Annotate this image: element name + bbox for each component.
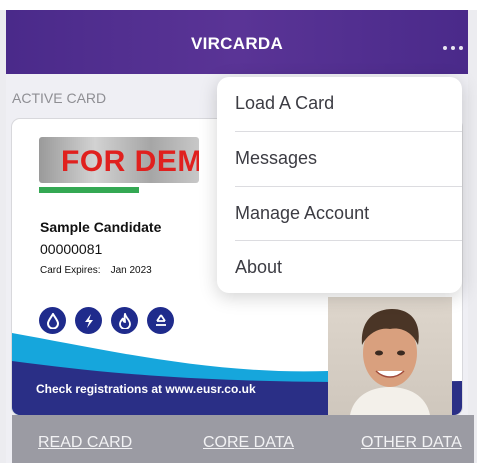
menu-item-load-card[interactable]: Load A Card bbox=[217, 77, 462, 131]
card-expiry: Card Expires: Jan 2023 bbox=[40, 265, 152, 276]
card-expiry-value: Jan 2023 bbox=[110, 265, 152, 276]
app-title: VIRCARDA bbox=[190, 34, 284, 53]
core-data-link[interactable]: CORE DATA bbox=[203, 434, 294, 452]
overflow-menu: Load A Card Messages Manage Account Abou… bbox=[217, 77, 462, 293]
card-logo-text: FOR DEMO bbox=[61, 145, 199, 178]
green-stripe bbox=[39, 187, 139, 193]
card-expiry-label: Card Expires: bbox=[40, 265, 101, 276]
candidate-name: Sample Candidate bbox=[40, 219, 162, 235]
menu-item-about[interactable]: About bbox=[217, 241, 462, 293]
bottom-navigation: READ CARD CORE DATA OTHER DATA bbox=[12, 415, 474, 463]
menu-item-messages[interactable]: Messages bbox=[217, 132, 462, 186]
other-data-link[interactable]: OTHER DATA bbox=[361, 434, 462, 452]
read-card-link[interactable]: READ CARD bbox=[38, 434, 132, 452]
check-registrations-text: Check registrations at www.eusr.co.uk bbox=[36, 382, 256, 396]
menu-item-manage-account[interactable]: Manage Account bbox=[217, 187, 462, 241]
card-logo: FOR DEMO bbox=[39, 137, 199, 183]
menu-item-label: Manage Account bbox=[235, 203, 370, 223]
menu-item-label: Messages bbox=[235, 148, 318, 168]
navigation-bar: VIRCARDA bbox=[6, 10, 468, 74]
menu-item-label: Load A Card bbox=[235, 93, 335, 113]
menu-item-label: About bbox=[235, 257, 283, 277]
candidate-number: 00000081 bbox=[40, 241, 103, 257]
ellipsis-icon[interactable] bbox=[443, 46, 463, 52]
status-strip bbox=[0, 0, 477, 10]
app-screen: VIRCARDA ACTIVE CARD FOR DEMO Sample Can… bbox=[0, 0, 477, 463]
candidate-photo bbox=[328, 297, 452, 415]
section-label: ACTIVE CARD bbox=[12, 90, 107, 106]
